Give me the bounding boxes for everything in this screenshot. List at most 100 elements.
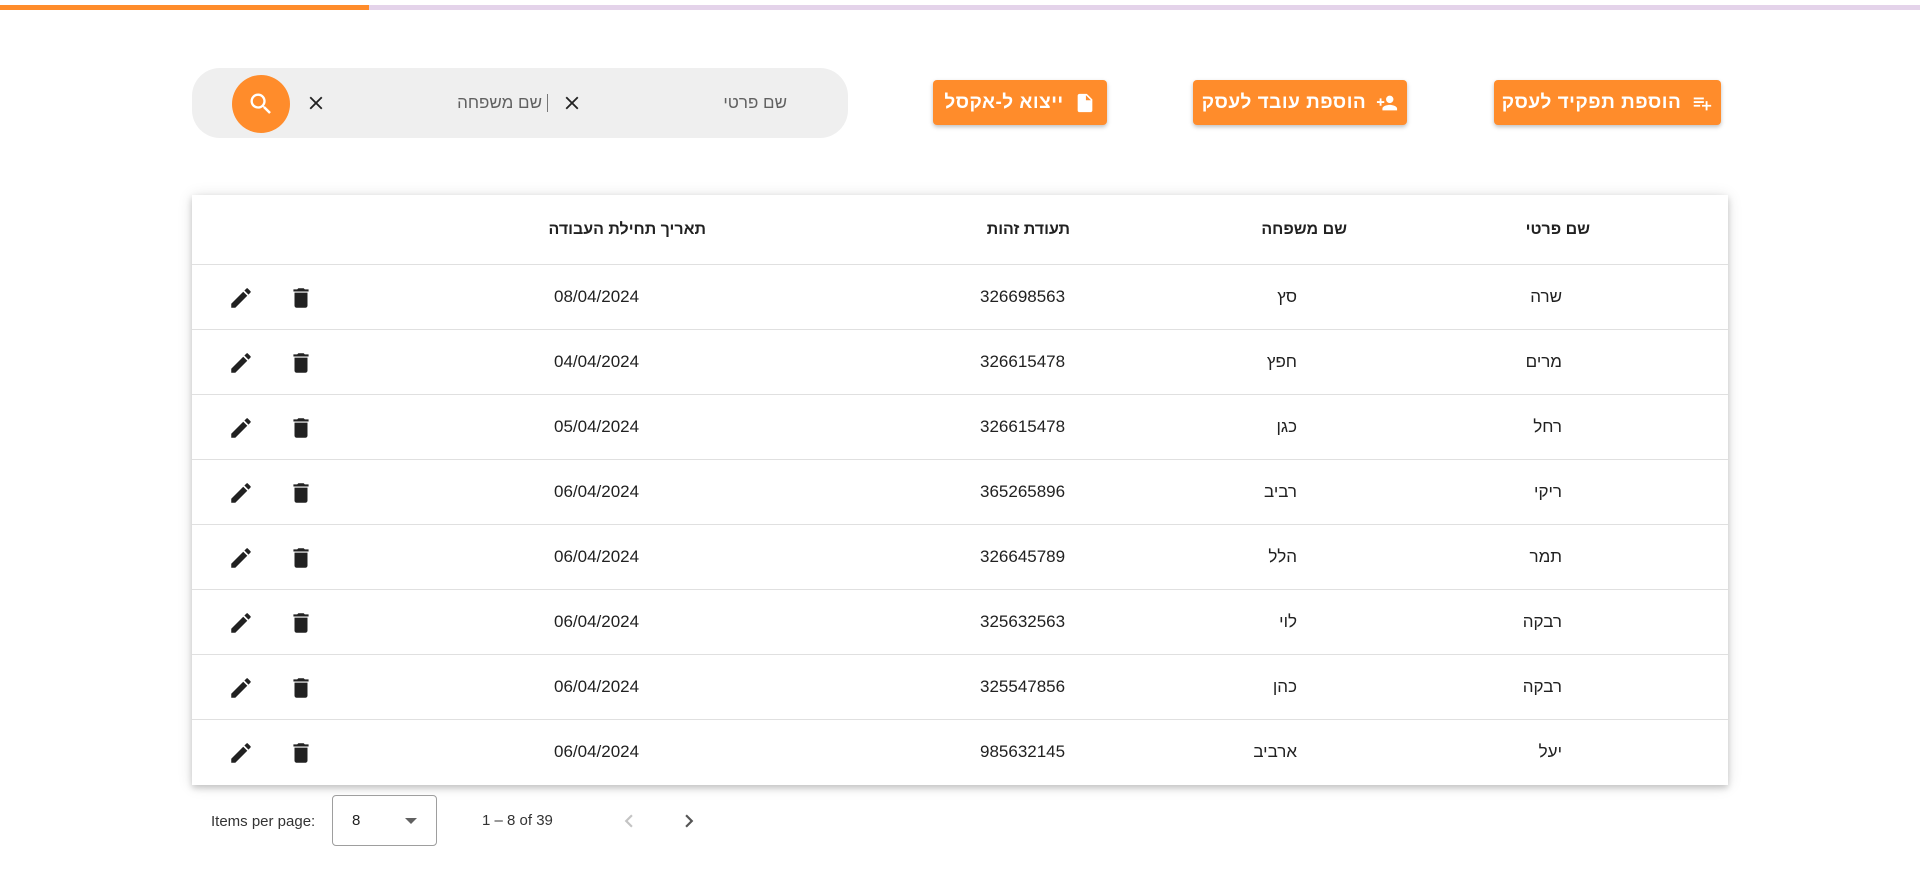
dropdown-arrow-icon [405,818,417,824]
chevron-left-icon [624,814,633,828]
cell-first-name: רבקה [1522,677,1562,696]
edit-row-button[interactable] [228,740,254,766]
pencil-icon [231,613,251,633]
trash-icon [293,288,309,308]
header-last-name[interactable]: שם משפחה [1261,221,1347,239]
cell-id-number: 325632563 [980,612,1066,631]
cell-first-name: יעל [1538,742,1562,761]
pencil-icon [231,743,251,763]
edit-row-button[interactable] [228,350,254,376]
delete-row-button[interactable] [288,675,314,701]
delete-row-button[interactable] [288,545,314,571]
cell-first-name: תמר [1529,547,1562,566]
pencil-icon [231,353,251,373]
cell-first-name: שרה [1530,287,1562,306]
delete-row-button[interactable] [288,610,314,636]
cell-last-name: חפץ [1266,352,1297,371]
cell-start-date: 05/04/2024 [554,417,640,436]
delete-row-button[interactable] [288,350,314,376]
trash-icon [293,743,309,763]
last-name-search-input[interactable] [392,92,542,114]
trash-icon [293,678,309,698]
edit-row-button[interactable] [228,610,254,636]
first-name-search-input[interactable] [632,92,787,114]
trash-icon [293,353,309,373]
cell-start-date: 08/04/2024 [554,287,640,306]
edit-row-button[interactable] [228,675,254,701]
table-row: 06/04/2024 325632563 לוי רבקה [192,590,1728,655]
cell-last-name: ארביב [1253,742,1297,761]
cell-last-name: רביב [1264,482,1297,501]
delete-row-button[interactable] [288,285,314,311]
pencil-icon [231,288,251,308]
cell-first-name: רחל [1533,417,1562,436]
paginator: Items per page: 8 1 – 8 of 39 [192,795,792,855]
previous-page-button[interactable] [615,807,643,835]
pencil-icon [231,483,251,503]
add-role-button[interactable]: הוספת תפקיד לעסק [1494,80,1721,125]
export-excel-button[interactable]: ייצוא ל-אקסל [933,80,1107,125]
trash-icon [293,418,309,438]
pencil-icon [231,678,251,698]
close-icon [309,96,323,110]
trash-icon [293,548,309,568]
table-row: 06/04/2024 325547856 כהן רבקה [192,655,1728,720]
search-field-divider [547,94,548,112]
cell-id-number: 365265896 [980,482,1066,501]
table-row: 06/04/2024 326645789 הלל תמר [192,525,1728,590]
table-header-row: שם פרטי שם משפחה תעודת זהות תאריך תחילת … [192,195,1728,265]
top-progress-bar [0,5,1920,10]
header-id-number[interactable]: תעודת זהות [987,221,1070,239]
add-role-label: הוספת תפקיד לעסק [1501,91,1682,113]
add-employee-button[interactable]: הוספת עובד לעסק [1193,80,1407,125]
person-add-icon [1377,95,1398,110]
export-excel-label: ייצוא ל-אקסל [944,91,1064,113]
trash-icon [293,483,309,503]
next-page-button[interactable] [675,807,703,835]
pencil-icon [231,418,251,438]
cell-first-name: רבקה [1522,612,1562,631]
edit-row-button[interactable] [228,545,254,571]
top-progress-fill [0,5,369,10]
header-start-date[interactable]: תאריך תחילת העבודה [549,221,706,239]
search-button[interactable] [232,75,290,133]
cell-id-number: 326615478 [980,352,1066,371]
clear-first-name-button[interactable] [560,91,584,115]
items-per-page-select[interactable]: 8 [332,795,437,846]
table-row: 05/04/2024 326615478 כגן רחל [192,395,1728,460]
items-per-page-label: Items per page: [211,813,316,830]
cell-start-date: 06/04/2024 [554,742,640,761]
cell-id-number: 985632145 [980,742,1066,761]
search-icon [250,93,271,114]
search-bar [192,68,848,138]
table-row: 06/04/2024 365265896 רביב ריקי [192,460,1728,525]
cell-start-date: 06/04/2024 [554,612,640,631]
cell-last-name: הלל [1268,547,1297,566]
cell-last-name: כגן [1276,417,1297,436]
table-row: 06/04/2024 985632145 ארביב יעל [192,720,1728,785]
page-range-label: 1 – 8 of 39 [482,812,553,829]
cell-last-name: כהן [1272,677,1297,696]
cell-last-name: סץ [1277,287,1297,306]
delete-row-button[interactable] [288,740,314,766]
edit-row-button[interactable] [228,480,254,506]
cell-start-date: 06/04/2024 [554,547,640,566]
cell-id-number: 326698563 [980,287,1066,306]
cell-id-number: 325547856 [980,677,1066,696]
clear-last-name-button[interactable] [304,91,328,115]
cell-start-date: 04/04/2024 [554,352,640,371]
delete-row-button[interactable] [288,415,314,441]
cell-start-date: 06/04/2024 [554,482,640,501]
cell-id-number: 326645789 [980,547,1066,566]
edit-row-button[interactable] [228,285,254,311]
delete-row-button[interactable] [288,480,314,506]
employees-table: שם פרטי שם משפחה תעודת זהות תאריך תחילת … [192,195,1728,785]
file-icon [1077,93,1093,112]
header-first-name[interactable]: שם פרטי [1526,221,1590,239]
add-employee-label: הוספת עובד לעסק [1201,91,1367,113]
cell-last-name: לוי [1279,612,1297,631]
edit-row-button[interactable] [228,415,254,441]
table-row: 04/04/2024 326615478 חפץ מרים [192,330,1728,395]
cell-first-name: מרים [1525,352,1562,371]
cell-start-date: 06/04/2024 [554,677,640,696]
